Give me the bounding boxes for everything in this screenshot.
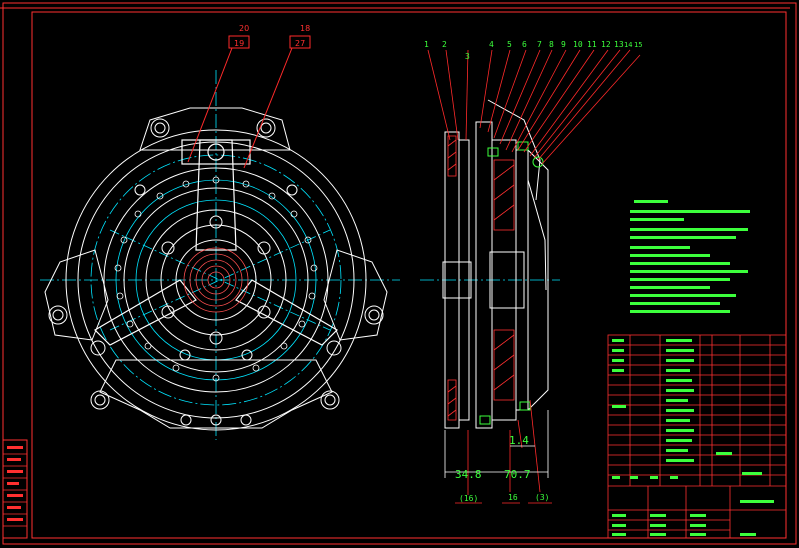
bottom-label-16: 16	[508, 493, 518, 502]
title-block	[607, 334, 787, 539]
technical-notes	[630, 200, 750, 313]
part-number-15: 15	[634, 41, 642, 49]
dim-1-4: 1.4	[509, 434, 529, 447]
part-number-11: 11	[587, 40, 597, 49]
dimension-labels: 1.4 34.8 70.7	[455, 434, 531, 481]
drawing-frame	[0, 2, 797, 545]
front-view: 20 18 19 27	[40, 24, 400, 440]
part-number-6: 6	[522, 40, 527, 49]
callout-18: 18	[300, 24, 310, 33]
part-number-7: 7	[537, 40, 542, 49]
part-number-1: 1	[424, 40, 429, 49]
part-number-5: 5	[507, 40, 512, 49]
part-numbers: 1 2 3 4 5 6 7 8 9 10 11 12 13 14 15	[424, 40, 642, 61]
part-number-12: 12	[601, 40, 611, 49]
box-27: 27	[295, 39, 305, 48]
left-binding-strip	[2, 439, 28, 539]
dim-70-7: 70.7	[504, 468, 531, 481]
cad-drawing: 20 18 19 27 1 2 3 4 5 6 7 8 9 10 11 12 1…	[0, 2, 797, 545]
bottom-labels: (16) 16 (3)	[459, 493, 549, 503]
section-view: 1 2 3 4 5 6 7 8 9 10 11 12 13 14 15 1.4 …	[420, 40, 642, 504]
bottom-label-16-paren: (16)	[459, 494, 478, 503]
part-number-10: 10	[573, 40, 583, 49]
front-leaders	[187, 35, 311, 169]
section-hatching	[447, 135, 515, 421]
part-number-2: 2	[442, 40, 447, 49]
part-number-14: 14	[624, 41, 632, 49]
front-center-lines	[40, 70, 400, 440]
callout-20: 20	[239, 24, 249, 33]
part-number-3: 3	[465, 52, 470, 61]
part-number-4: 4	[489, 40, 494, 49]
dim-34-8: 34.8	[455, 468, 482, 481]
section-body	[442, 99, 549, 429]
part-number-9: 9	[561, 40, 566, 49]
part-number-13: 13	[614, 40, 624, 49]
fastener-marks	[479, 141, 544, 425]
bottom-label-3-paren: (3)	[535, 493, 549, 502]
box-19: 19	[234, 39, 244, 48]
part-number-8: 8	[549, 40, 554, 49]
